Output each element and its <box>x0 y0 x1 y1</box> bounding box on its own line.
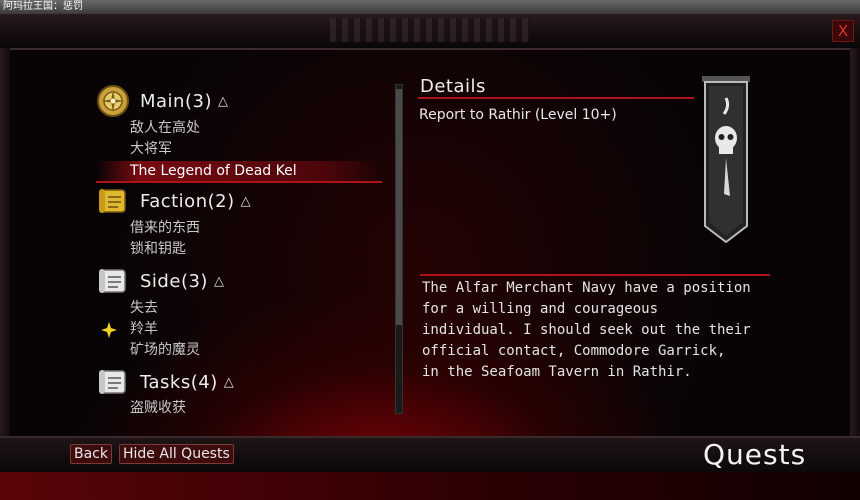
category-faction[interactable]: Faction (2) △ <box>96 184 251 218</box>
category-count: (2) <box>207 190 235 212</box>
quest-item[interactable]: 敌人在高处 <box>130 118 200 138</box>
quest-item[interactable]: 羚羊 <box>130 319 158 339</box>
category-count: (3) <box>180 270 208 292</box>
compass-medallion-icon <box>97 85 129 117</box>
collapse-arrow-icon[interactable]: △ <box>214 274 224 289</box>
hide-all-quests-button[interactable]: Hide All Quests <box>119 444 234 464</box>
quest-description: The Alfar Merchant Navy have a position … <box>422 280 751 380</box>
description-divider <box>420 274 770 276</box>
category-label: Main <box>140 90 185 112</box>
scroll-thumb[interactable] <box>396 89 402 325</box>
category-count: (3) <box>184 90 212 112</box>
window-title: 阿玛拉王国：惩罚 <box>3 1 83 12</box>
quest-item-selected[interactable]: The Legend of Dead Kel <box>96 161 382 183</box>
category-label: Faction <box>140 190 208 212</box>
collapse-arrow-icon[interactable]: △ <box>218 94 228 109</box>
paper-scroll-icon <box>99 269 126 293</box>
right-frame <box>850 48 860 448</box>
category-main[interactable]: Main (3) △ <box>96 84 228 118</box>
quest-item[interactable]: 失去 <box>130 298 158 318</box>
category-label: Tasks <box>140 371 191 393</box>
quest-list-scrollbar[interactable] <box>395 84 403 414</box>
category-count: (4) <box>190 371 218 393</box>
window-titlebar: 阿玛拉王国：惩罚 <box>0 0 860 14</box>
quest-list: Main (3) △ 敌人在高处 大将军 The Legend of Dead … <box>96 80 386 416</box>
details-divider <box>418 97 694 99</box>
quest-item[interactable]: 矿场的魔灵 <box>130 340 200 360</box>
top-frame: X <box>0 14 860 50</box>
gold-scroll-icon <box>99 189 126 213</box>
collapse-arrow-icon[interactable]: △ <box>241 194 251 209</box>
close-button[interactable]: X <box>832 20 854 42</box>
back-button[interactable]: Back <box>70 444 112 464</box>
category-side[interactable]: Side (3) △ <box>96 264 224 298</box>
quest-item[interactable]: 锁和钥匙 <box>130 239 186 259</box>
category-tasks[interactable]: Tasks (4) △ <box>96 365 234 399</box>
category-label: Side <box>140 270 181 292</box>
skull-banner-icon <box>702 76 750 244</box>
collapse-arrow-icon[interactable]: △ <box>224 375 234 390</box>
yellow-cross-marker-icon <box>101 322 117 338</box>
top-ornament <box>330 18 530 42</box>
bottom-strip <box>0 472 860 500</box>
paper-scroll-icon <box>99 370 126 394</box>
quest-item[interactable]: 借来的东西 <box>130 218 200 238</box>
quest-item[interactable]: 盗贼收获 <box>130 398 186 416</box>
screen-title: Quests <box>703 438 807 471</box>
details-header: Details <box>420 76 486 97</box>
quest-item[interactable]: 大将军 <box>130 139 172 159</box>
left-frame <box>0 48 10 448</box>
quest-objective: Report to Rathir (Level 10+) <box>419 107 617 123</box>
